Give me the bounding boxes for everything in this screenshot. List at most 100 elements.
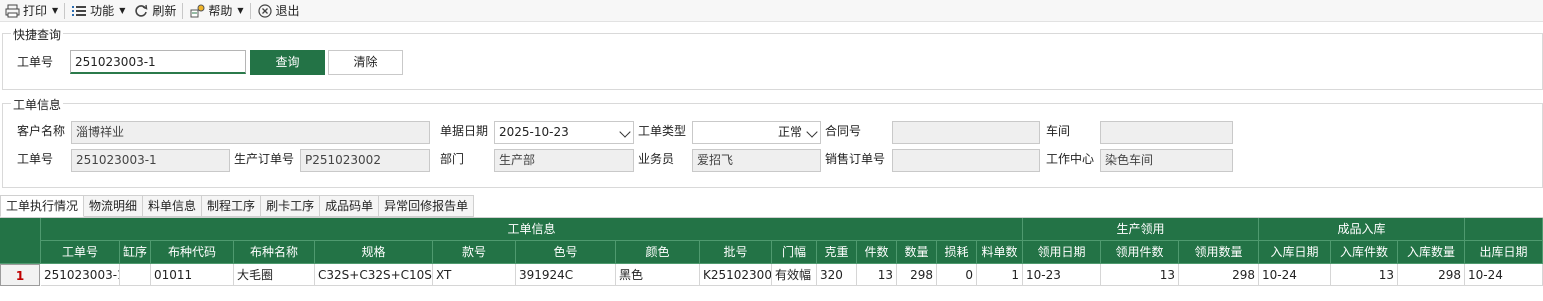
col-header-pieces[interactable]: 件数 <box>857 241 897 264</box>
cell-pieces[interactable]: 13 <box>857 264 897 286</box>
group-header-outbound <box>1465 218 1543 241</box>
col-header-vat-seq[interactable]: 缸序 <box>120 241 151 264</box>
cell-in-quantity[interactable]: 298 <box>1398 264 1465 286</box>
help-label: 帮助 <box>208 4 233 18</box>
col-header-color[interactable]: 颜色 <box>616 241 700 264</box>
execution-grid: 工单信息 生产领用 成品入库 工单号 缸序 布种代码 布种名称 规格 款号 色号… <box>0 217 1543 301</box>
chevron-down-icon: ▼ <box>119 6 126 15</box>
col-header-pick-quantity[interactable]: 领用数量 <box>1179 241 1259 264</box>
exit-label: 退出 <box>275 4 300 18</box>
chevron-down-icon: ▼ <box>237 6 244 15</box>
cell-color-no[interactable]: 391924C <box>516 264 616 286</box>
col-header-style-no[interactable]: 款号 <box>433 241 516 264</box>
salesman-field[interactable]: 爱招飞 <box>692 149 821 172</box>
col-header-material-count[interactable]: 料单数 <box>977 241 1023 264</box>
cell-in-date[interactable]: 10-24 <box>1259 264 1331 286</box>
sales-order-label: 销售订单号 <box>825 152 886 166</box>
work-center-field[interactable]: 染色车间 <box>1100 149 1233 172</box>
cell-pick-pieces[interactable]: 13 <box>1101 264 1179 286</box>
col-header-in-quantity[interactable]: 入库数量 <box>1398 241 1465 264</box>
tab-logistics[interactable]: 物流明细 <box>84 195 144 217</box>
cell-pick-quantity[interactable]: 298 <box>1179 264 1259 286</box>
col-header-fabric-name[interactable]: 布种名称 <box>234 241 315 264</box>
order-no-field[interactable]: 251023003-1 <box>71 149 230 172</box>
tab-card-process[interactable]: 刷卡工序 <box>261 195 321 217</box>
col-header-in-pieces[interactable]: 入库件数 <box>1331 241 1398 264</box>
chevron-down-icon <box>806 126 818 138</box>
col-header-order-no[interactable]: 工单号 <box>41 241 120 264</box>
cell-color[interactable]: 黑色 <box>616 264 700 286</box>
date-value: 2025-10-23 <box>499 125 569 139</box>
order-no-query-input[interactable]: 251023003-1 <box>70 50 246 74</box>
tab-execution[interactable]: 工单执行情况 <box>0 195 85 217</box>
date-picker[interactable]: 2025-10-23 <box>494 121 634 144</box>
workshop-label: 车间 <box>1046 124 1071 138</box>
dept-field[interactable]: 生产部 <box>494 149 634 172</box>
col-header-out-date[interactable]: 出库日期 <box>1465 241 1543 264</box>
col-header-in-date[interactable]: 入库日期 <box>1259 241 1331 264</box>
contract-label: 合同号 <box>825 124 862 138</box>
quick-query-title: 快捷查询 <box>11 26 64 43</box>
row-number[interactable]: 1 <box>0 264 40 286</box>
cell-fabric-code[interactable]: 01011 <box>151 264 234 286</box>
customer-field[interactable]: 淄博祥业 <box>71 121 430 144</box>
refresh-icon <box>133 3 149 19</box>
help-button[interactable]: 帮助 ▼ <box>185 1 247 21</box>
tab-finished-codes[interactable]: 成品码单 <box>320 195 380 217</box>
exit-button[interactable]: 退出 <box>253 1 304 21</box>
col-header-loss[interactable]: 损耗 <box>937 241 977 264</box>
order-type-value: 正常 <box>777 125 802 139</box>
toolbar-separator <box>249 2 251 19</box>
refresh-button[interactable]: 刷新 <box>129 1 180 21</box>
col-header-weight[interactable]: 克重 <box>817 241 857 264</box>
tab-bar: 工单执行情况 物流明细 料单信息 制程工序 刷卡工序 成品码单 异常回修报告单 <box>0 195 475 217</box>
chevron-down-icon <box>619 126 631 138</box>
cell-fabric-name[interactable]: 大毛圈 <box>234 264 315 286</box>
order-type-select[interactable]: 正常 <box>692 121 821 144</box>
col-header-pick-pieces[interactable]: 领用件数 <box>1101 241 1179 264</box>
function-button[interactable]: 功能 ▼ <box>67 1 129 21</box>
col-header-color-no[interactable]: 色号 <box>516 241 616 264</box>
refresh-label: 刷新 <box>152 4 177 18</box>
sales-order-field[interactable] <box>892 149 1040 172</box>
print-label: 打印 <box>23 4 48 18</box>
salesman-label: 业务员 <box>638 152 675 166</box>
tab-process[interactable]: 制程工序 <box>202 195 262 217</box>
clear-button[interactable]: 清除 <box>328 50 403 75</box>
cell-spec[interactable]: C32S+C32S+C10S <box>315 264 433 286</box>
order-info-group: 工单信息 <box>2 96 1543 188</box>
function-label: 功能 <box>90 4 115 18</box>
tab-repair-report[interactable]: 异常回修报告单 <box>379 195 475 217</box>
cell-material-count[interactable]: 1 <box>977 264 1023 286</box>
cell-loss[interactable]: 0 <box>937 264 977 286</box>
cell-weight[interactable]: 320 <box>817 264 857 286</box>
tab-materials[interactable]: 料单信息 <box>143 195 203 217</box>
production-order-field[interactable]: P251023002 <box>300 149 430 172</box>
cell-in-pieces[interactable]: 13 <box>1331 264 1398 286</box>
cell-quantity[interactable]: 298 <box>897 264 937 286</box>
cell-batch[interactable]: K25102300 <box>700 264 772 286</box>
print-button[interactable]: 打印 ▼ <box>0 1 62 21</box>
group-header-finished-in: 成品入库 <box>1259 218 1465 241</box>
help-icon <box>189 3 205 19</box>
cell-order-no[interactable]: 251023003-1 <box>41 264 120 286</box>
cell-style-no[interactable]: XT <box>433 264 516 286</box>
contract-field[interactable] <box>892 121 1040 144</box>
workshop-field[interactable] <box>1100 121 1233 144</box>
col-header-spec[interactable]: 规格 <box>315 241 433 264</box>
col-header-quantity[interactable]: 数量 <box>897 241 937 264</box>
work-center-label: 工作中心 <box>1046 152 1095 166</box>
cell-vat-seq[interactable] <box>120 264 151 286</box>
cell-pick-date[interactable]: 10-23 <box>1023 264 1101 286</box>
production-order-label: 生产订单号 <box>234 152 295 166</box>
toolbar-separator <box>64 2 66 19</box>
cell-width[interactable]: 有效幅 <box>772 264 817 286</box>
col-header-width[interactable]: 门幅 <box>772 241 817 264</box>
order-no-label: 工单号 <box>17 152 54 166</box>
order-info-title: 工单信息 <box>11 96 64 113</box>
query-button[interactable]: 查询 <box>250 50 325 75</box>
col-header-fabric-code[interactable]: 布种代码 <box>151 241 234 264</box>
col-header-pick-date[interactable]: 领用日期 <box>1023 241 1101 264</box>
cell-out-date[interactable]: 10-24 <box>1465 264 1543 286</box>
col-header-batch[interactable]: 批号 <box>700 241 772 264</box>
